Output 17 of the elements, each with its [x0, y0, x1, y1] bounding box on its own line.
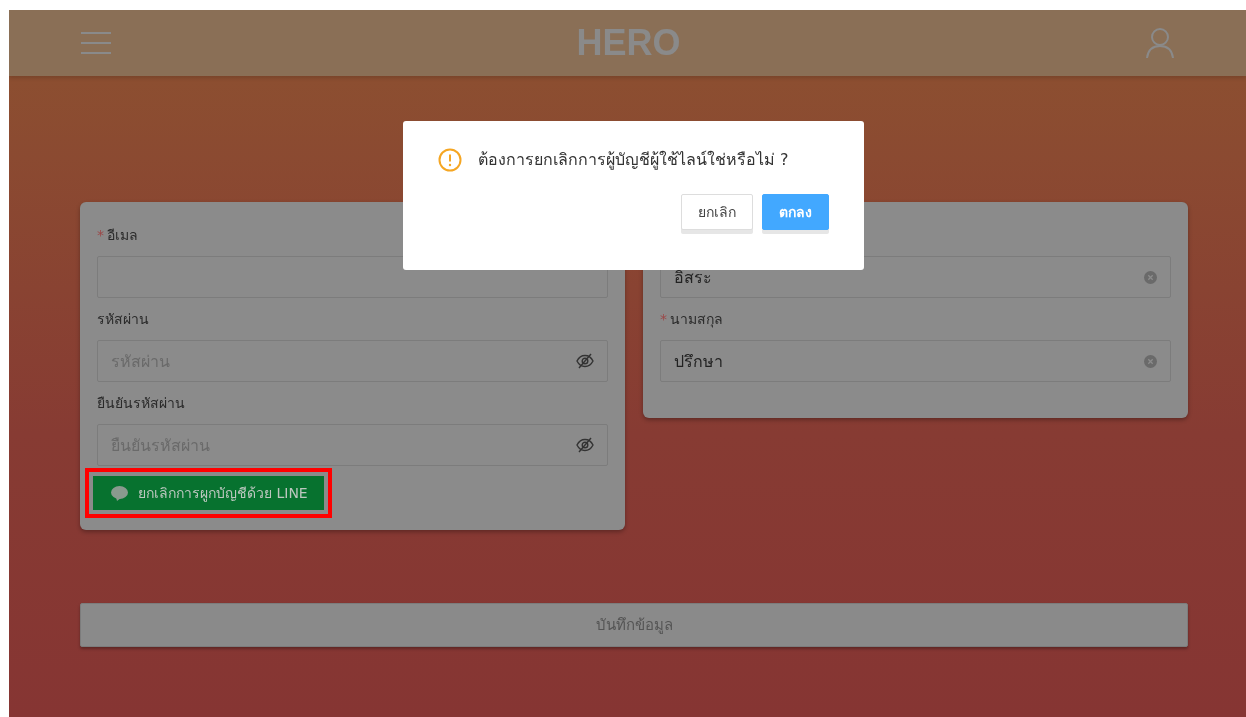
required-asterisk: * [97, 227, 104, 243]
chat-bubble-icon [111, 485, 128, 501]
required-asterisk: * [660, 311, 667, 327]
menu-icon[interactable] [81, 31, 111, 55]
warning-icon [438, 147, 462, 172]
input-field[interactable]: ปรึกษา [660, 340, 1171, 382]
eye-slash-icon[interactable] [576, 437, 594, 453]
field-label: นามสกุล [670, 310, 723, 330]
field-label: ยืนยันรหัสผ่าน [97, 394, 185, 413]
eye-slash-icon[interactable] [576, 353, 594, 369]
unlink-line-button[interactable]: ยกเลิกการผูกบัญชีด้วย LINE [93, 476, 324, 510]
user-icon[interactable] [1146, 28, 1174, 58]
dialog-message: ต้องการยกเลิกการผู้บัญชีผู้ใช้ไลน์ใช่หรือไม่ ? [478, 149, 789, 172]
clear-icon[interactable] [1144, 354, 1157, 368]
field-label: อีเมล [107, 226, 138, 245]
field-label: รหัสผ่าน [97, 310, 149, 329]
clear-icon[interactable] [1144, 270, 1157, 284]
